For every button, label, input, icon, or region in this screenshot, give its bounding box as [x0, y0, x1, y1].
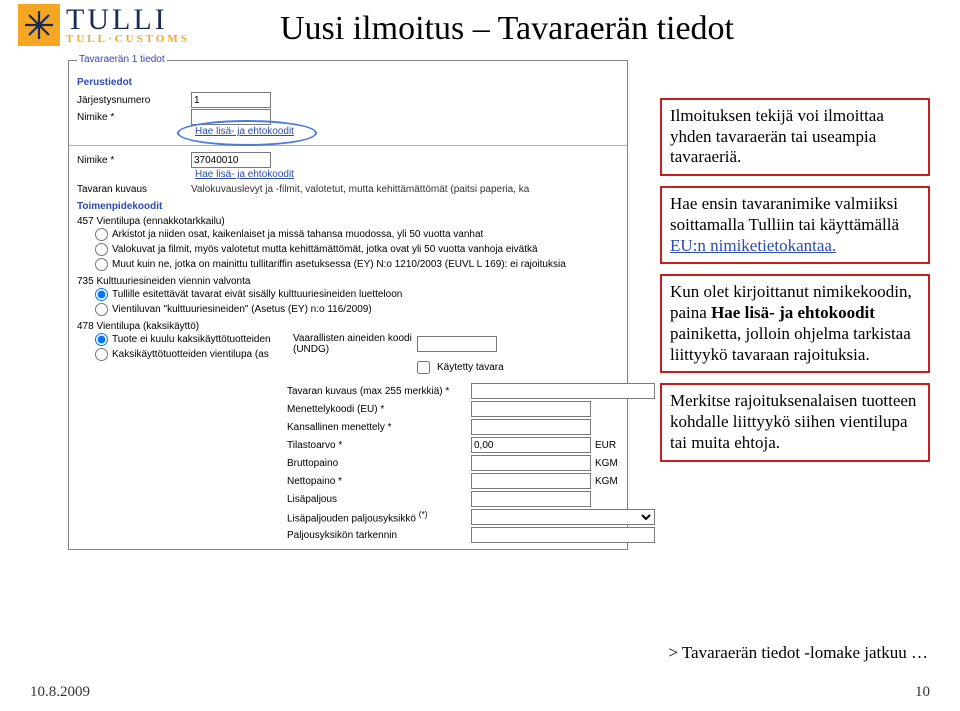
- code-478-opt2-label: Kaksikäyttötuotteiden vientilupa (as: [112, 349, 269, 360]
- section-toimenpidekoodit: Toimenpidekoodit: [77, 201, 619, 212]
- bruttopaino-input[interactable]: [471, 455, 591, 471]
- nimike-input-1[interactable]: [191, 109, 271, 125]
- jarjestysnumero-label: Järjestysnumero: [77, 95, 187, 106]
- logo: TULLI TULL·CUSTOMS: [18, 4, 190, 46]
- code-457-opt3-radio[interactable]: [95, 258, 108, 271]
- nimike-input-2[interactable]: [191, 152, 271, 168]
- code-735-opt1-radio[interactable]: [95, 288, 108, 301]
- code-735-opt2-radio[interactable]: [95, 303, 108, 316]
- tilastoarvo-unit: EUR: [595, 440, 655, 451]
- callout-3-text-c: painiketta, jolloin ohjelma tarkistaa li…: [670, 324, 911, 364]
- callout-stack: Ilmoituksen tekijä voi ilmoittaa yhden t…: [660, 98, 930, 462]
- kuvaus255-label: Tavaran kuvaus (max 255 merkkiä) *: [287, 386, 467, 397]
- kansallinen-label: Kansallinen menettely *: [287, 422, 467, 433]
- tilastoarvo-label: Tilastoarvo *: [287, 440, 467, 451]
- tavaran-kuvaus-value: Valokuvauslevyt ja -filmit, valotetut, m…: [191, 184, 619, 195]
- kaytetty-checkbox[interactable]: [417, 361, 430, 374]
- code-457-opt3-label: Muut kuin ne, jotka on mainittu tullitar…: [112, 259, 566, 270]
- lisapaljouden-select[interactable]: [471, 509, 655, 525]
- logo-subtext: TULL·CUSTOMS: [66, 33, 190, 45]
- bruttopaino-label: Bruttopaino: [287, 458, 467, 469]
- callout-3-text-b: Hae lisä- ja ehtokoodit: [711, 303, 875, 322]
- tilastoarvo-input[interactable]: [471, 437, 591, 453]
- vaarallisten-label: Vaarallisten aineiden koodi (UNDG): [293, 333, 413, 355]
- section-perustiedot: Perustiedot: [77, 77, 619, 88]
- menettelykoodi-input[interactable]: [471, 401, 591, 417]
- nettopaino-input[interactable]: [471, 473, 591, 489]
- form-screenshot: Tavaraerän 1 tiedot Perustiedot Järjesty…: [68, 60, 628, 550]
- kuvaus255-input[interactable]: [471, 383, 655, 399]
- code-457-opt1-radio[interactable]: [95, 228, 108, 241]
- lisapaljous-label: Lisäpaljous: [287, 494, 467, 505]
- callout-2-text-a: Hae ensin tavaranimike valmiiksi soittam…: [670, 194, 899, 234]
- kansallinen-input[interactable]: [471, 419, 591, 435]
- hae-koodit-link-2[interactable]: Hae lisä- ja ehtokoodit: [195, 169, 294, 180]
- lisapaljous-input[interactable]: [471, 491, 591, 507]
- lisapaljouden-label: Lisäpaljouden paljousyksikkö (*): [287, 509, 467, 524]
- hae-koodit-link-1[interactable]: Hae lisä- ja ehtokoodit: [195, 126, 294, 137]
- logo-word: TULLI: [66, 6, 190, 33]
- paljousyksikon-input[interactable]: [471, 527, 655, 543]
- code-478-title: 478 Vientilupa (kaksikäyttö): [77, 321, 619, 332]
- callout-4-text: Merkitse rajoituksenalaisen tuotteen koh…: [670, 391, 916, 451]
- footer-date: 10.8.2009: [30, 684, 90, 701]
- continue-note: > Tavaraerän tiedot -lomake jatkuu …: [668, 643, 928, 663]
- page-title: Uusi ilmoitus – Tavaraerän tiedot: [280, 10, 734, 48]
- vaarallisten-input[interactable]: [417, 336, 497, 352]
- code-457-title: 457 Vientilupa (ennakkotarkkailu): [77, 216, 619, 227]
- callout-3: Kun olet kirjoittanut nimikekoodin, pain…: [660, 274, 930, 373]
- nettopaino-unit: KGM: [595, 476, 655, 487]
- footer-page: 10: [915, 684, 930, 701]
- nimike-label-2: Nimike *: [77, 155, 187, 166]
- kaytetty-label: Käytetty tavara: [437, 362, 504, 373]
- logo-mark-icon: [18, 4, 60, 46]
- callout-1: Ilmoituksen tekijä voi ilmoittaa yhden t…: [660, 98, 930, 176]
- callout-4: Merkitse rajoituksenalaisen tuotteen koh…: [660, 383, 930, 461]
- jarjestysnumero-input[interactable]: [191, 92, 271, 108]
- callout-2: Hae ensin tavaranimike valmiiksi soittam…: [660, 186, 930, 264]
- bruttopaino-unit: KGM: [595, 458, 655, 469]
- code-457-opt2-radio[interactable]: [95, 243, 108, 256]
- code-735-title: 735 Kulttuuriesineiden viennin valvonta: [77, 276, 619, 287]
- tavaran-kuvaus-label: Tavaran kuvaus: [77, 184, 187, 195]
- paljousyksikon-label: Paljousyksikön tarkennin: [287, 530, 467, 541]
- code-735-opt1-label: Tullille esitettävät tavarat eivät sisäl…: [112, 289, 402, 300]
- code-478-opt2-radio[interactable]: [95, 348, 108, 361]
- nimike-label: Nimike *: [77, 112, 187, 123]
- eu-link[interactable]: EU:n nimiketietokantaa.: [670, 236, 836, 255]
- code-478-opt1-radio[interactable]: [95, 333, 108, 346]
- code-457-opt1-label: Arkistot ja niiden osat, kaikenlaiset ja…: [112, 229, 483, 240]
- callout-1-text: Ilmoituksen tekijä voi ilmoittaa yhden t…: [670, 106, 884, 166]
- menettelykoodi-label: Menettelykoodi (EU) *: [287, 404, 467, 415]
- code-735-opt2-label: Vientiluvan "kulttuuriesineiden" (Asetus…: [112, 304, 372, 315]
- nettopaino-label: Nettopaino *: [287, 476, 467, 487]
- code-478-opt1-label: Tuote ei kuulu kaksikäyttötuotteiden: [112, 334, 271, 345]
- code-457-opt2-label: Valokuvat ja filmit, myös valotetut mutt…: [112, 244, 538, 255]
